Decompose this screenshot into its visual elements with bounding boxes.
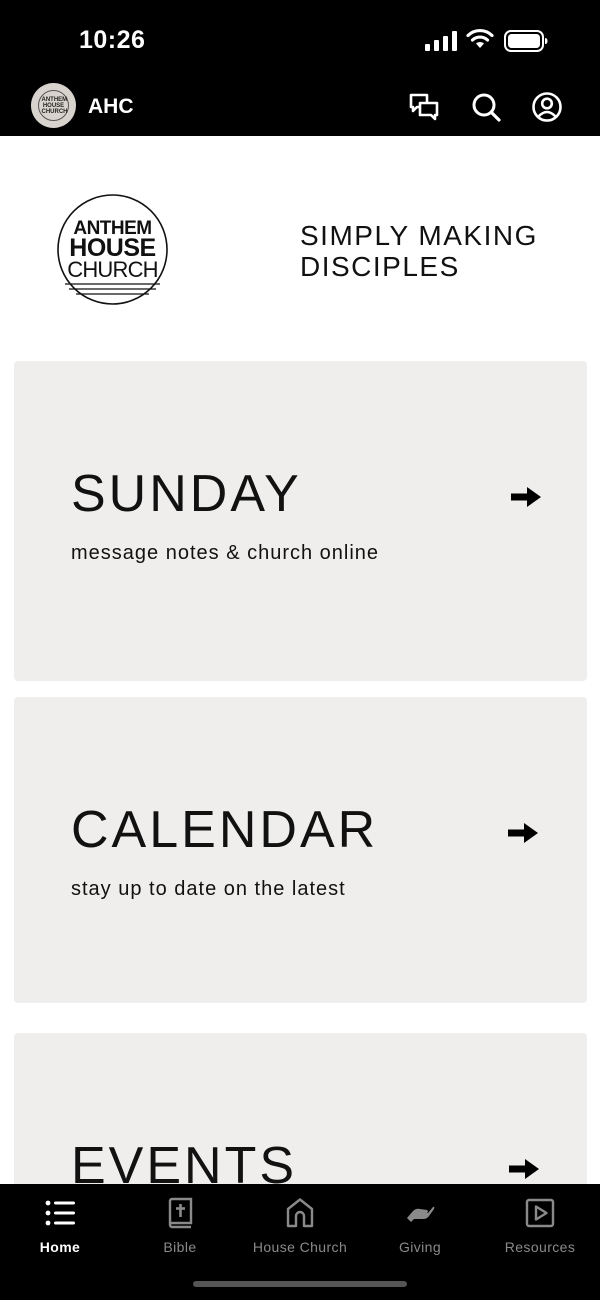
tab-giving[interactable]: Giving [360,1192,480,1262]
anthem-house-church-logo: ANTHEM HOUSE CHURCH [57,194,168,305]
tab-label: Bible [163,1239,197,1255]
home-content: ANTHEM HOUSE CHURCH SIMPLY MAKING DISCIP… [0,136,600,1184]
tagline: SIMPLY MAKING DISCIPLES [300,220,580,282]
giving-hand-icon [407,1206,435,1222]
tab-label: Giving [398,1239,442,1255]
app-header: ANTHEM HOUSE CHURCH AHC [0,80,600,136]
status-bar: 10:26 [0,0,600,80]
profile-icon[interactable] [531,91,563,123]
house-icon [286,1198,314,1228]
arrow-right-icon [508,823,538,843]
tab-bar: Home Bible House Church Giving Resources [0,1184,600,1300]
calendar-card[interactable]: CALENDAR stay up to date on the latest [14,697,587,1003]
tagline-line-1: SIMPLY MAKING [300,220,538,251]
logo-line-3: CHURCH [67,257,158,282]
tab-label: House Church [252,1239,348,1255]
wifi-icon [466,28,494,48]
card-subtitle: message notes & church online [71,542,380,564]
tab-label: Home [39,1239,81,1255]
tab-label: Resources [504,1239,576,1255]
avatar-logo: ANTHEM HOUSE CHURCH [38,90,69,121]
home-indicator[interactable] [193,1281,407,1287]
messages-icon[interactable] [408,91,440,123]
card-title: EVENTS [71,1137,298,1184]
list-icon [45,1200,75,1226]
card-title: CALENDAR [71,801,379,859]
arrow-right-icon [511,487,541,507]
church-avatar[interactable]: ANTHEM HOUSE CHURCH [31,83,76,128]
search-icon[interactable] [470,91,502,123]
card-title: SUNDAY [71,465,302,523]
card-subtitle: stay up to date on the latest [71,878,346,900]
status-time: 10:26 [79,26,146,54]
events-card[interactable]: EVENTS [14,1033,587,1184]
app-title: AHC [88,95,134,118]
avatar-text: ANTHEM HOUSE CHURCH [41,96,68,115]
arrow-right-icon [509,1159,539,1179]
bible-icon [168,1197,193,1229]
tab-bible[interactable]: Bible [120,1192,240,1262]
tab-resources[interactable]: Resources [480,1192,600,1262]
play-box-icon [525,1198,555,1228]
tagline-line-2: DISCIPLES [300,251,460,282]
tab-house-church[interactable]: House Church [240,1192,360,1262]
cellular-signal-icon [425,31,457,51]
sunday-card[interactable]: SUNDAY message notes & church online [14,361,587,681]
tab-home[interactable]: Home [0,1192,120,1262]
battery-icon [504,30,548,52]
